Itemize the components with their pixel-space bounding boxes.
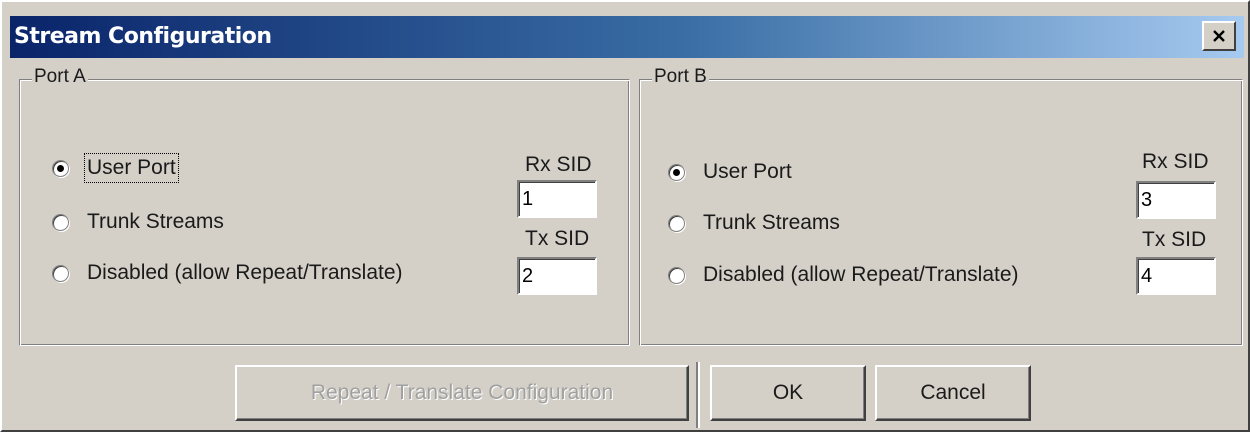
radio-unselected-icon [668, 266, 685, 284]
close-x-icon [1213, 29, 1225, 42]
button-separator [696, 362, 700, 428]
port-b-legend: Port B [652, 66, 709, 88]
port-b-group: Port B User Port Trunk Streams Disabled … [639, 66, 1243, 346]
ok-button[interactable]: OK [710, 365, 866, 421]
title-bar[interactable]: Stream Configuration [10, 16, 1244, 58]
port-a-user-port-radio[interactable]: User Port [52, 153, 179, 183]
port-b-disabled-radio[interactable]: Disabled (allow Repeat/Translate) [668, 263, 1019, 287]
port-b-rx-sid-input[interactable]: 3 [1136, 181, 1216, 219]
port-a-trunk-streams-radio[interactable]: Trunk Streams [52, 210, 224, 234]
radio-selected-icon [668, 163, 685, 181]
port-b-user-port-label: User Port [703, 160, 792, 183]
close-button[interactable] [1202, 21, 1236, 51]
radio-unselected-icon [52, 213, 69, 231]
cancel-button[interactable]: Cancel [875, 365, 1031, 421]
repeat-translate-configuration-button[interactable]: Repeat / Translate Configuration [235, 365, 689, 421]
port-a-rx-sid-input[interactable]: 1 [517, 180, 597, 218]
port-a-disabled-radio[interactable]: Disabled (allow Repeat/Translate) [52, 261, 403, 285]
radio-unselected-icon [52, 264, 69, 282]
window-title: Stream Configuration [14, 24, 272, 49]
port-b-tx-sid-label: Tx SID [1142, 228, 1207, 251]
port-b-user-port-radio[interactable]: User Port [668, 160, 792, 184]
port-b-rx-sid-label: Rx SID [1142, 150, 1209, 173]
port-a-disabled-label: Disabled (allow Repeat/Translate) [87, 261, 403, 284]
port-b-trunk-streams-label: Trunk Streams [703, 211, 840, 234]
stream-configuration-dialog: Stream Configuration Port A User Port Tr… [0, 0, 1250, 432]
port-a-legend: Port A [32, 66, 88, 88]
port-a-tx-sid-input[interactable]: 2 [517, 257, 597, 295]
port-a-tx-sid-label: Tx SID [525, 227, 590, 250]
port-a-trunk-streams-label: Trunk Streams [87, 210, 224, 233]
port-a-rx-sid-label: Rx SID [525, 153, 592, 176]
port-a-group: Port A User Port Trunk Streams Disabled … [19, 66, 630, 346]
port-a-user-port-label: User Port [84, 153, 179, 183]
radio-selected-icon [52, 159, 69, 177]
port-b-trunk-streams-radio[interactable]: Trunk Streams [668, 211, 840, 235]
port-b-disabled-label: Disabled (allow Repeat/Translate) [703, 263, 1019, 286]
port-b-tx-sid-input[interactable]: 4 [1136, 257, 1216, 295]
radio-unselected-icon [668, 214, 685, 232]
